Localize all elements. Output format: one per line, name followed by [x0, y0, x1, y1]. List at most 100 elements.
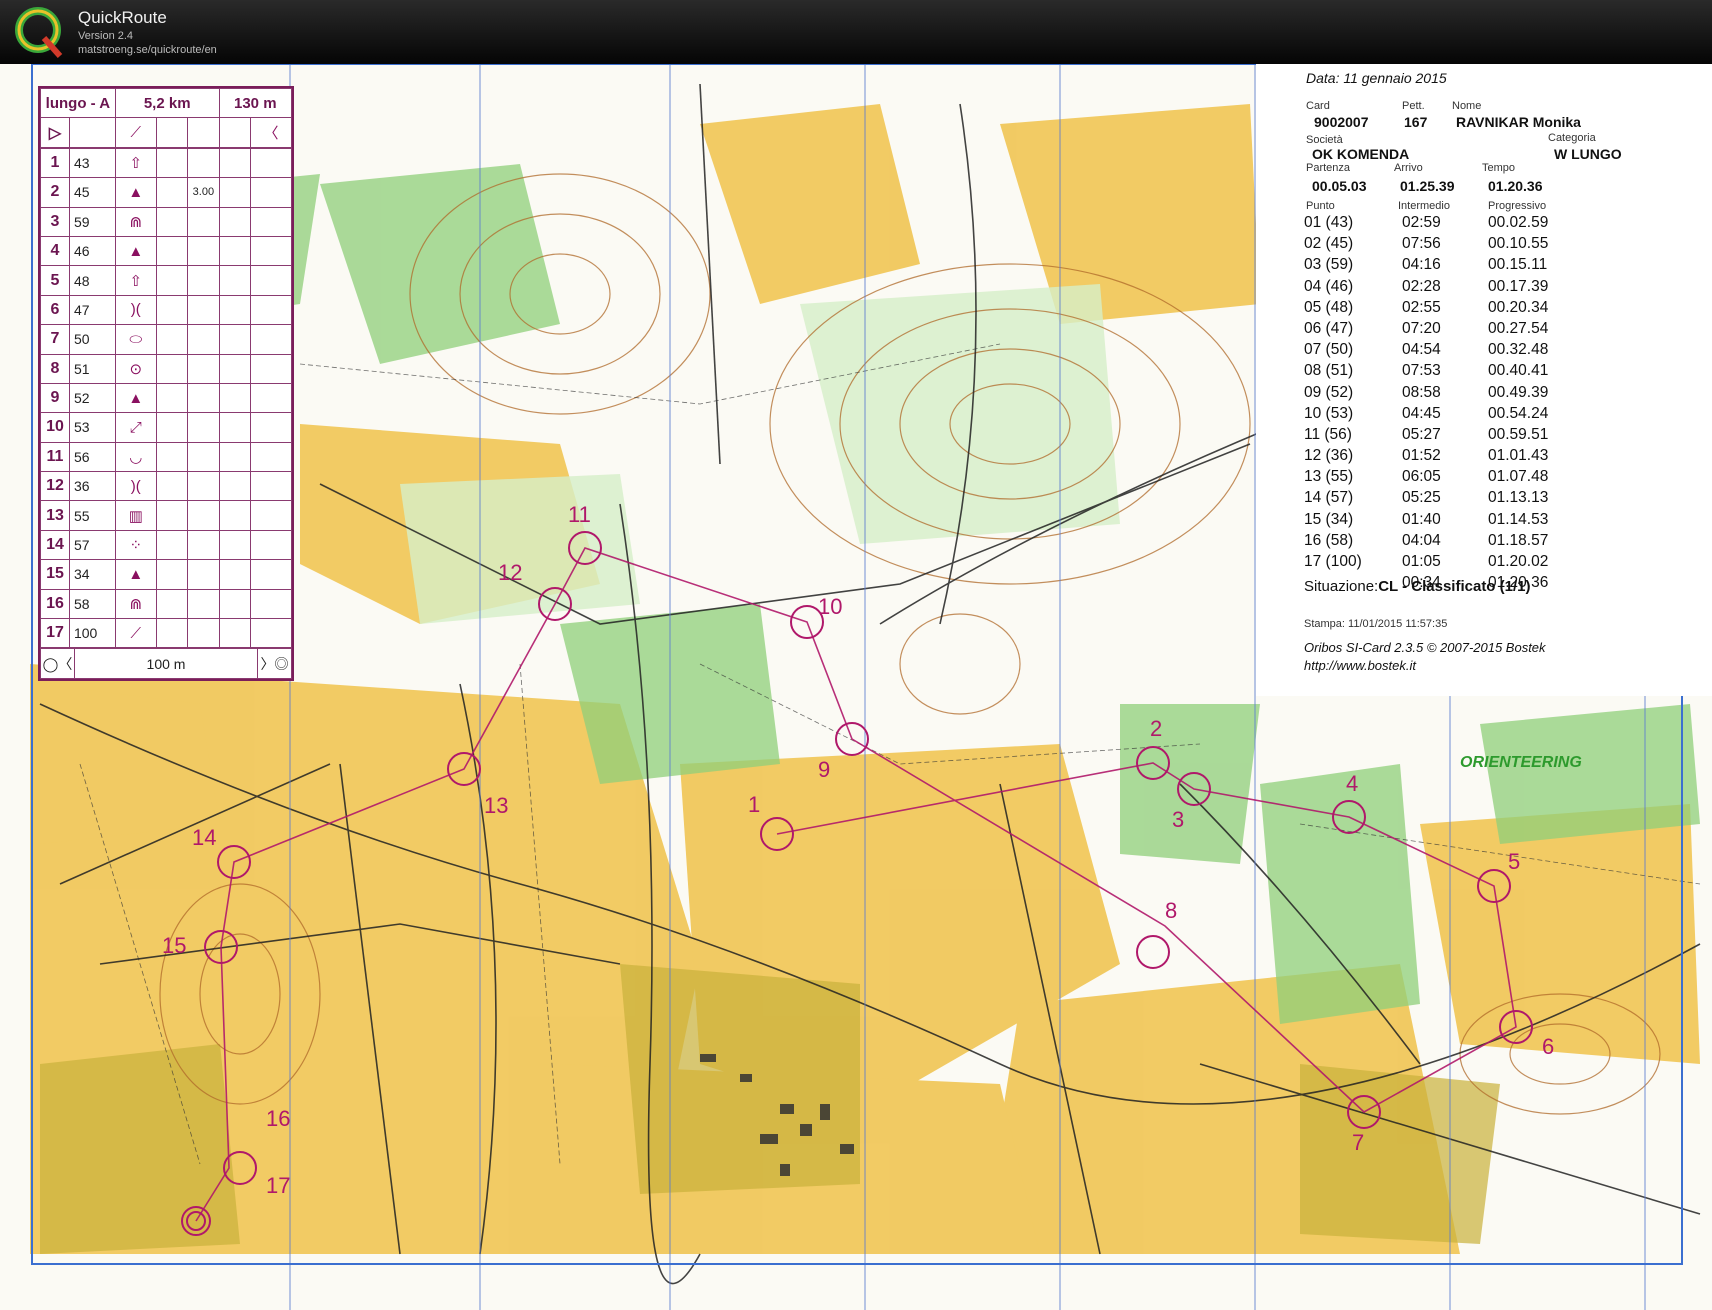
- control-extra: [187, 324, 220, 355]
- status-value: CL - Classificato (1/1): [1378, 578, 1531, 595]
- split-label-header: Intermedio: [1398, 200, 1450, 212]
- split-row: 01 (43) 02:59 00.02.59: [1304, 214, 1588, 235]
- control-label: 8: [1165, 898, 1177, 923]
- control-code: 58: [68, 588, 116, 620]
- start-triangle-icon: ▷: [40, 117, 70, 148]
- split-time: 06:05: [1402, 468, 1441, 486]
- control-label: 14: [192, 825, 216, 850]
- control-description-row: 6 47)(: [40, 294, 293, 326]
- path-crossing-icon: ⟋: [114, 117, 157, 148]
- control-extra: [187, 147, 220, 179]
- split-row: 06 (47) 07:20 00.27.54: [1304, 320, 1588, 341]
- status-label: Situazione:: [1304, 578, 1379, 595]
- control-sequence: 6: [40, 294, 70, 326]
- control-code: 51: [68, 353, 116, 384]
- finish-distance: 100 m: [74, 648, 258, 679]
- control-label: 1: [748, 792, 760, 817]
- split-row: 12 (36) 01:52 01.01.43: [1304, 447, 1588, 468]
- cumulative-time: 00.59.51: [1488, 425, 1549, 443]
- control-description-row: 16 58 ⋒: [40, 588, 293, 620]
- control-description-row: 10 53 ⤢: [40, 412, 293, 443]
- control-extra: [187, 353, 220, 384]
- control-sequence: 10: [40, 412, 70, 443]
- split-row: 04 (46) 02:28 00.17.39: [1304, 278, 1588, 299]
- split-row: 14 (57) 05:25 01.13.13: [1304, 489, 1588, 510]
- control-extra: [187, 206, 220, 237]
- split-time: 04:54: [1402, 341, 1441, 359]
- split-time: 02:59: [1402, 214, 1441, 231]
- control-description-row: 15 34 ▲: [40, 559, 293, 590]
- control-code: 100: [68, 618, 116, 649]
- control-code: 53: [68, 412, 116, 443]
- cumulative-time: 01.20.02: [1488, 553, 1549, 570]
- feature-symbol-icon: ▲: [114, 559, 157, 590]
- split-time-slip: Data: 11 gennaio 2015 Card Pett. Nome 90…: [1256, 64, 1712, 696]
- control-code: 46: [68, 235, 116, 267]
- control-sequence: 8: [40, 353, 70, 384]
- control-label: 4: [1346, 771, 1358, 796]
- split-control: 05 (48): [1304, 298, 1354, 316]
- split-control: 17 (100): [1304, 553, 1362, 570]
- cumulative-time: 00.02.59: [1488, 214, 1549, 231]
- control-sequence: 5: [40, 265, 70, 296]
- app-url[interactable]: matstroeng.se/quickroute/en: [78, 44, 217, 56]
- cumulative-time: 00.40.41: [1488, 362, 1549, 380]
- event-date: Data: 11 gennaio 2015: [1306, 70, 1447, 86]
- feature-symbol-icon: ⤢: [114, 412, 157, 443]
- app-name: QuickRoute: [78, 8, 167, 27]
- cumulative-time: 00.20.34: [1488, 298, 1549, 316]
- split-row: 07 (50) 04:54 00.32.48: [1304, 341, 1588, 362]
- control-sequence: 4: [40, 235, 70, 267]
- cumulative-time: 00.49.39: [1488, 383, 1549, 401]
- control-extra: [187, 412, 220, 443]
- control-code: 47: [68, 294, 116, 326]
- club-name: OK KOMENDA: [1312, 146, 1410, 162]
- control-description-row: 1 43 ⇧: [40, 147, 293, 179]
- split-control: 02 (45): [1304, 235, 1354, 253]
- control-label: 11: [568, 502, 591, 527]
- split-control: 14 (57): [1304, 489, 1354, 507]
- split-table: 01 (43) 02:59 00.02.59 02 (45) 07:56 00.10.55…: [1304, 214, 1588, 595]
- runner-name: RAVNIKAR Monika: [1456, 114, 1581, 130]
- split-time: 08:58: [1402, 383, 1441, 401]
- control-rows: 1 43 ⇧ 2 45 ▲ 3.00 3 59 ⋒ 4 46 ▲ 5 48 ⇧ 6 47)(7 50 ⬭ 8 51 ⊙ 9 52…: [40, 147, 293, 649]
- split-time: 02:55: [1402, 298, 1441, 316]
- split-row: 10 (53) 04:45 00.54.24: [1304, 405, 1588, 426]
- feature-symbol-icon: ⋒: [114, 206, 157, 237]
- description-header: lungo - A 5,2 km 130 m: [40, 87, 293, 119]
- control-sequence: 17: [40, 618, 70, 649]
- split-time: 07:53: [1402, 362, 1441, 380]
- control-description-row: 8 51 ⊙: [40, 353, 293, 384]
- control-description-row: 13 55 ▥: [40, 500, 293, 531]
- control-extra: [187, 588, 220, 620]
- split-control: 15 (34): [1304, 510, 1354, 528]
- split-row: 03 (59) 04:16 00.15.11: [1304, 256, 1588, 277]
- finish-left-icon: ◯〈: [40, 648, 75, 679]
- control-description-row: 11 56 ◡: [40, 441, 293, 473]
- control-label: 16: [266, 1106, 290, 1131]
- split-time: 01:05: [1402, 553, 1441, 570]
- control-sequence: 1: [40, 147, 70, 179]
- control-description-row: 4 46 ▲: [40, 235, 293, 267]
- category-label: Categoria: [1548, 132, 1596, 144]
- finish-time: 01.25.39: [1400, 178, 1455, 194]
- split-control: 11 (56): [1304, 425, 1352, 443]
- cumulative-time: 01.07.48: [1488, 468, 1549, 486]
- feature-symbol-icon: ▥: [114, 500, 157, 531]
- split-row: 13 (55) 06:05 01.07.48: [1304, 468, 1588, 489]
- control-code: 52: [68, 382, 116, 414]
- control-sequence: 16: [40, 588, 70, 620]
- control-sequence: 9: [40, 382, 70, 414]
- control-sequence: 3: [40, 206, 70, 237]
- control-label: 10: [818, 594, 842, 619]
- cumulative-time: 00.10.55: [1488, 235, 1549, 253]
- status: Situazione:CL - Classificato (1/1): [1304, 578, 1530, 595]
- finish-right-icon: 〉◎: [257, 648, 292, 679]
- control-description-row: 12 36)(: [40, 471, 293, 502]
- finish-row: ◯〈 100 m 〉◎: [40, 648, 292, 679]
- control-label: 13: [484, 793, 508, 818]
- map-viewport[interactable]: 1 2 3 4 5 6 7 8 9 10 11 12 13 14 15 16 1…: [0, 64, 1712, 1310]
- control-code: 59: [68, 206, 116, 237]
- control-label: 9: [818, 757, 830, 782]
- control-code: 43: [68, 147, 116, 179]
